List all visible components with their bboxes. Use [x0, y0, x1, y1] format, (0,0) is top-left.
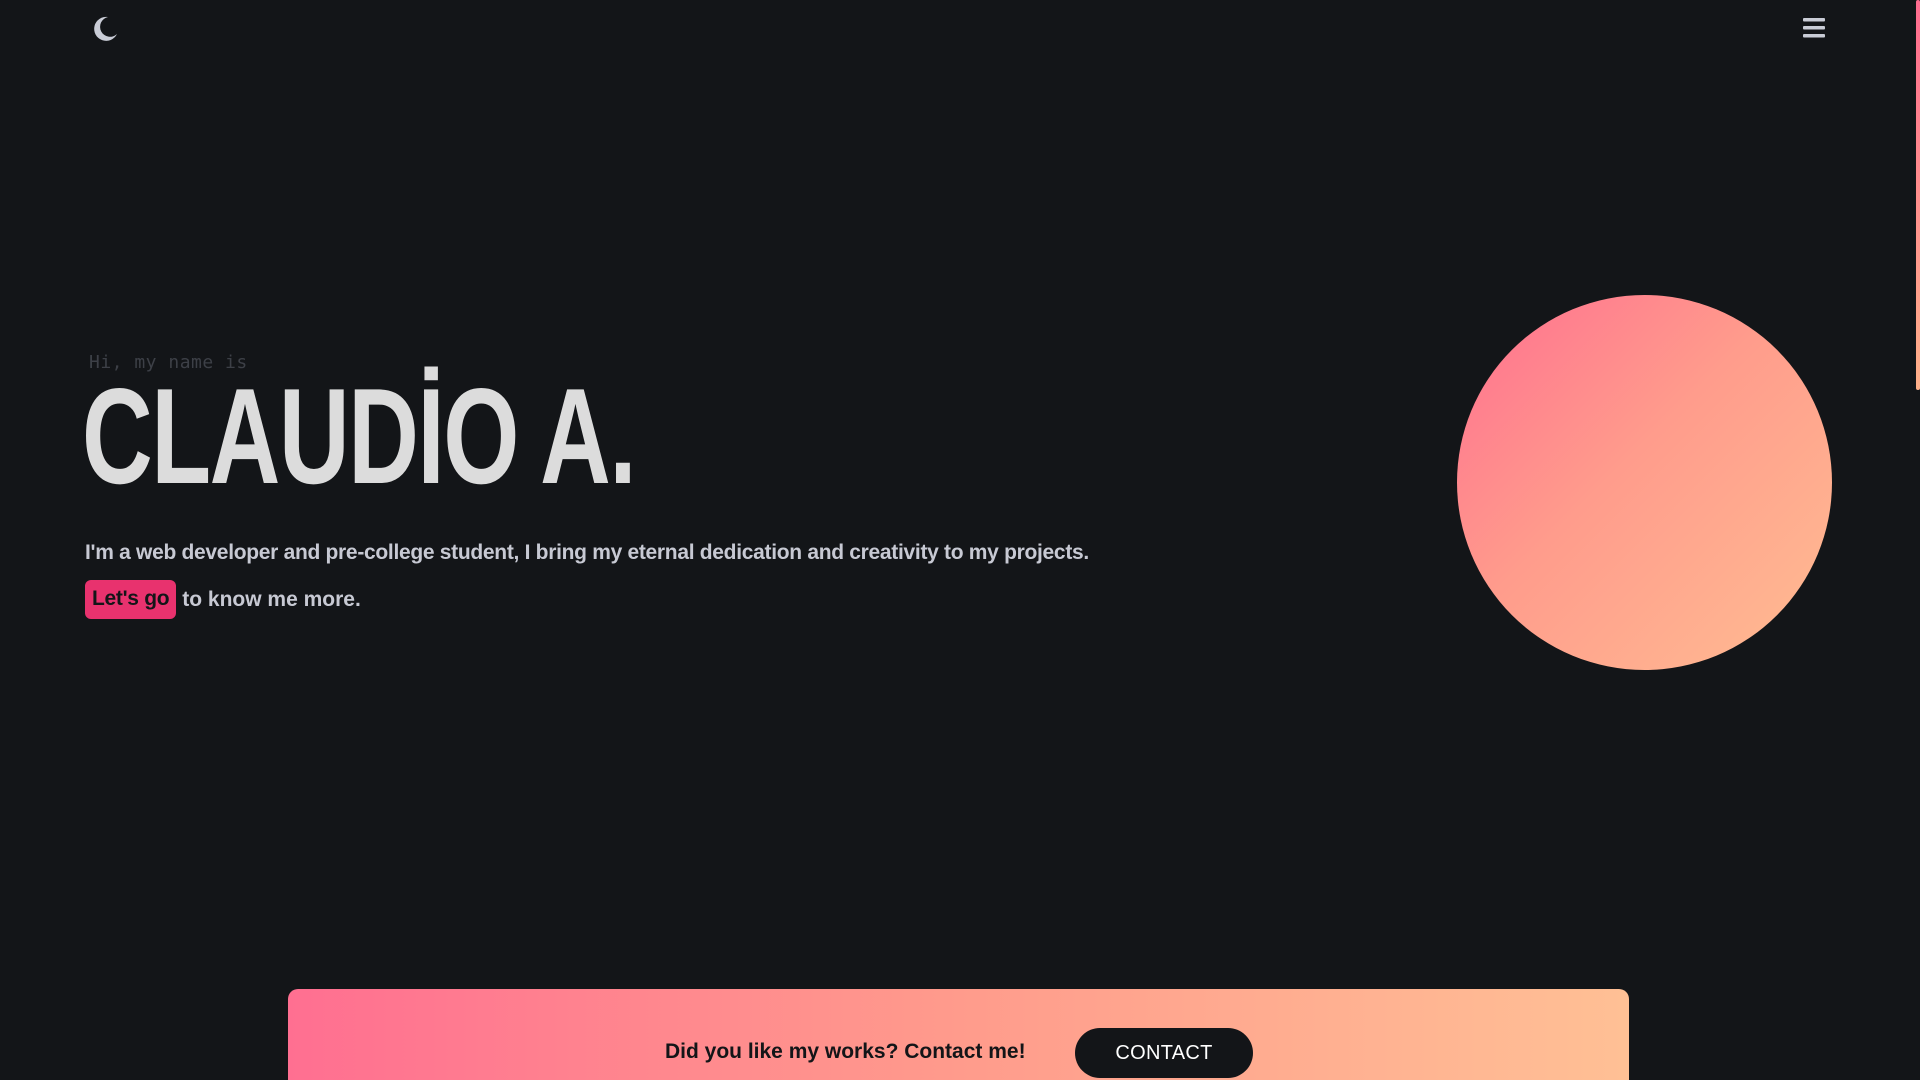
cta-line: Let's go to know me more. — [85, 580, 361, 619]
theme-toggle-button[interactable] — [88, 12, 122, 46]
cta-suffix-text: to know me more. — [182, 587, 361, 611]
contact-button[interactable]: CONTACT — [1075, 1028, 1253, 1078]
hamburger-menu-icon — [1803, 18, 1825, 38]
scrollbar-thumb[interactable] — [1916, 0, 1920, 390]
moon-icon — [94, 16, 117, 41]
hero-name-heading: CLAUDİO A. — [82, 360, 637, 512]
contact-banner — [288, 989, 1629, 1080]
gradient-circle-decoration — [1457, 295, 1832, 670]
lets-go-button[interactable]: Let's go — [85, 580, 177, 619]
bio-text: I'm a web developer and pre-college stud… — [85, 541, 1089, 564]
contact-banner-text: Did you like my works? Contact me! — [665, 1040, 1026, 1063]
page: Hi, my name is CLAUDİO A. I'm a web deve… — [0, 0, 1920, 1080]
menu-button[interactable] — [1800, 16, 1830, 42]
